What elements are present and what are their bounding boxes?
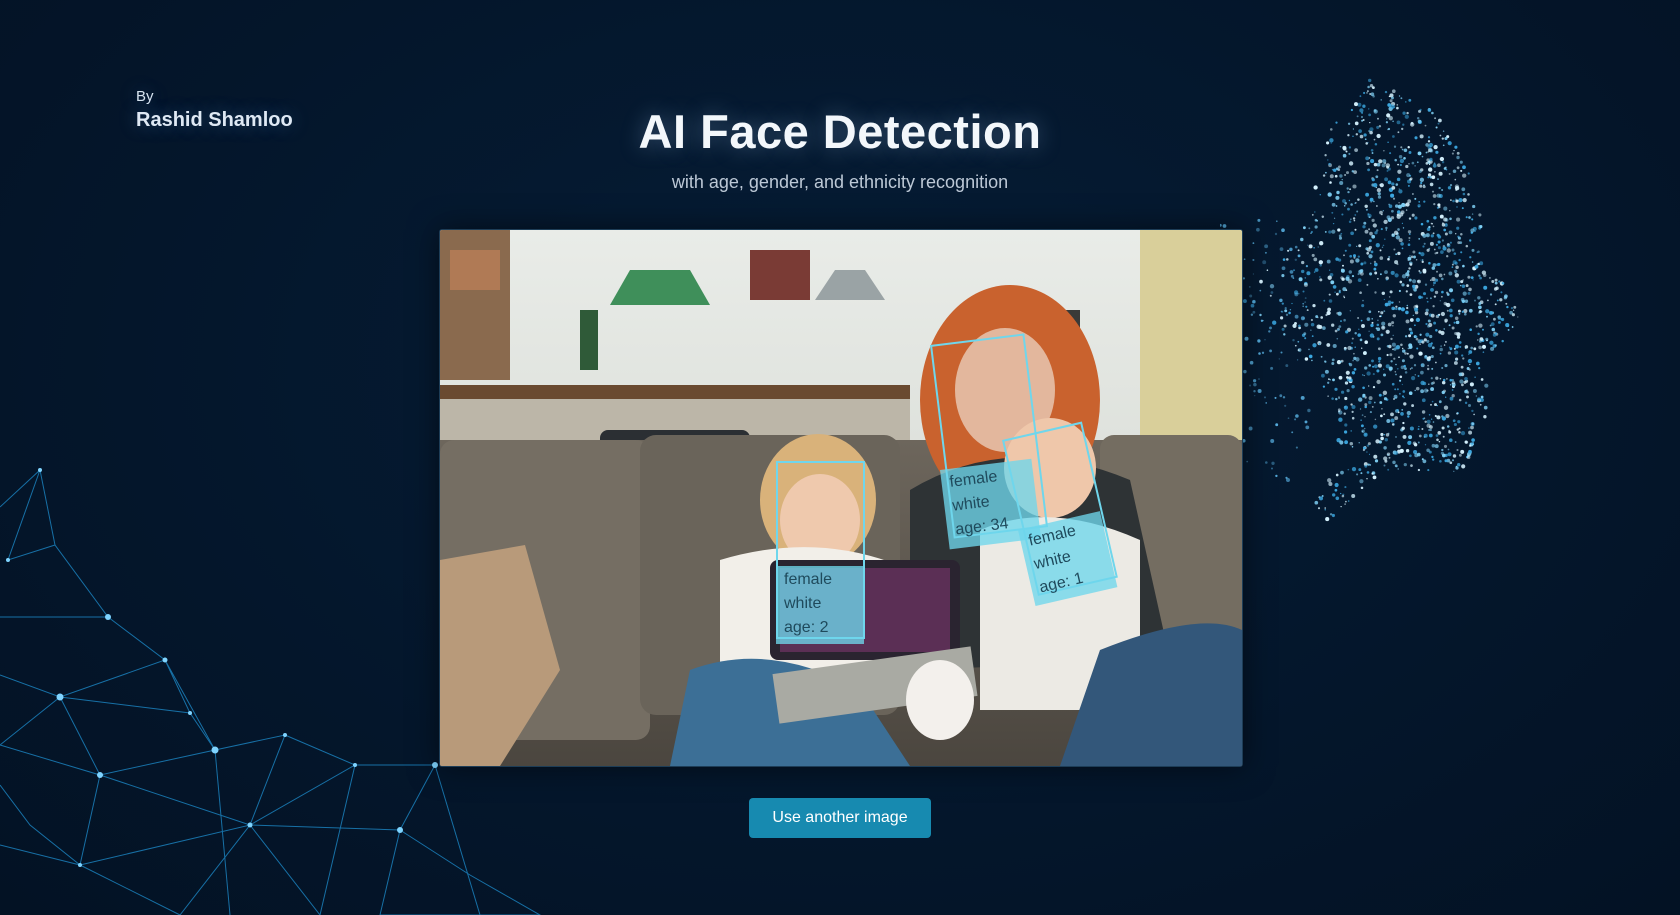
face-1-ethnicity: white <box>784 595 822 612</box>
page: By Rashid Shamloo AI Face Detection with… <box>0 0 1680 915</box>
page-title: AI Face Detection <box>638 105 1042 158</box>
face-label-1: female white age: 2 <box>776 566 864 644</box>
author-by-label: By <box>136 88 154 105</box>
face-1-age: age: 2 <box>784 619 829 636</box>
face-1-gender: female <box>784 571 833 588</box>
analyzed-photo: female white age: 2 female white age: 34… <box>439 229 1243 767</box>
use-another-image-button[interactable]: Use another image <box>749 798 931 838</box>
page-subtitle: with age, gender, and ethnicity recognit… <box>671 172 1009 192</box>
